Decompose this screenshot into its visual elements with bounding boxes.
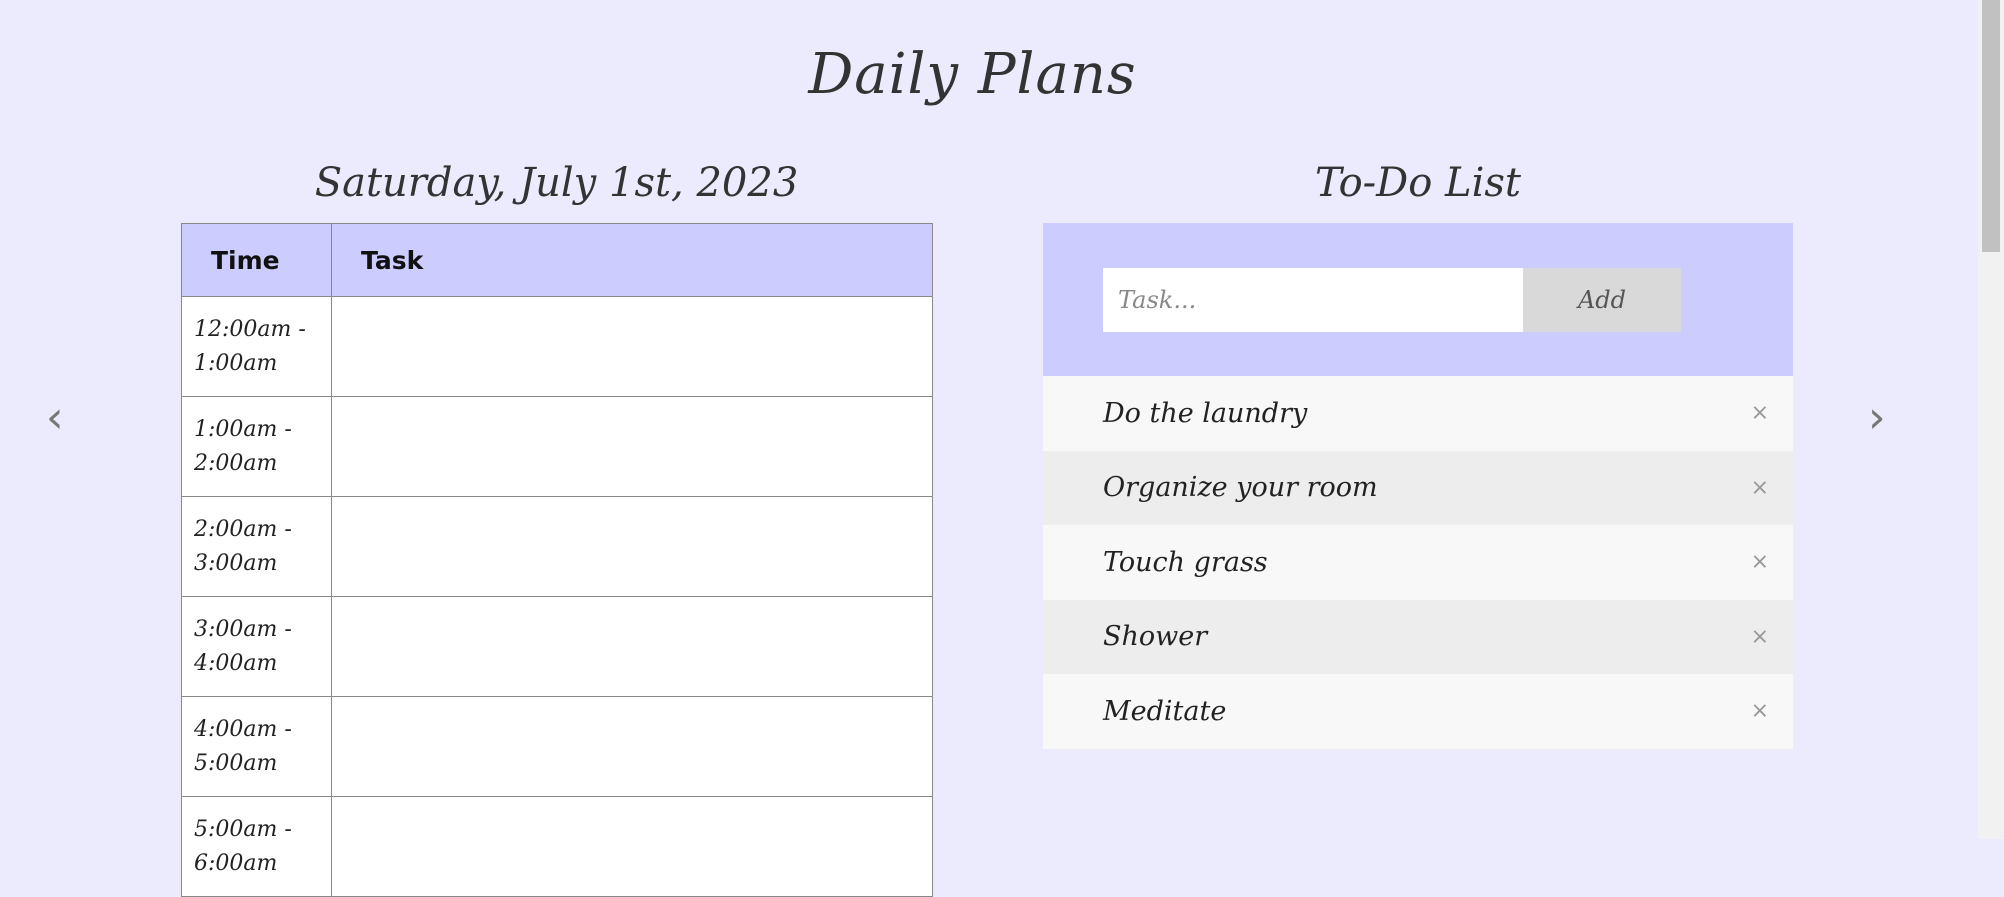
next-day-arrow-icon[interactable]: › (1868, 392, 1886, 443)
schedule-row: 2:00am - 3:00am (181, 496, 933, 597)
todo-item-label: Meditate (1103, 695, 1227, 727)
close-icon[interactable]: × (1751, 401, 1769, 426)
todo-item[interactable]: Shower × (1043, 599, 1793, 674)
todo-item[interactable]: Do the laundry × (1043, 376, 1793, 451)
time-cell: 3:00am - 4:00am (181, 596, 332, 697)
task-input[interactable] (1103, 268, 1523, 332)
time-cell: 1:00am - 2:00am (181, 396, 332, 497)
schedule-row: 4:00am - 5:00am (181, 696, 933, 797)
close-icon[interactable]: × (1751, 475, 1769, 500)
page-title: Daily Plans (808, 42, 1137, 107)
schedule-row: 5:00am - 6:00am (181, 796, 933, 897)
time-cell: 5:00am - 6:00am (181, 796, 332, 897)
time-cell: 4:00am - 5:00am (181, 696, 332, 797)
todo-item-label: Touch grass (1103, 546, 1268, 578)
task-cell[interactable] (331, 796, 933, 897)
schedule-header-row: Time Task (181, 223, 933, 297)
todo-item-label: Do the laundry (1103, 397, 1308, 429)
schedule-row: 12:00am - 1:00am (181, 296, 933, 397)
close-icon[interactable]: × (1751, 624, 1769, 649)
task-cell[interactable] (331, 696, 933, 797)
schedule-table: Time Task 12:00am - 1:00am 1:00am - 2:00… (181, 223, 933, 897)
page-scrollbar[interactable] (1978, 0, 2004, 839)
add-task-button[interactable]: Add (1523, 268, 1681, 332)
scrollbar-thumb[interactable] (1982, 0, 2000, 252)
schedule-row: 1:00am - 2:00am (181, 396, 933, 497)
task-cell[interactable] (331, 596, 933, 697)
todo-item-label: Organize your room (1103, 472, 1378, 504)
todo-item[interactable]: Organize your room × (1043, 450, 1793, 525)
todo-list: Do the laundry × Organize your room × To… (1043, 376, 1793, 749)
schedule-date: Saturday, July 1st, 2023 (314, 160, 799, 206)
task-cell[interactable] (331, 396, 933, 497)
task-cell[interactable] (331, 496, 933, 597)
schedule-row: 3:00am - 4:00am (181, 596, 933, 697)
close-icon[interactable]: × (1751, 699, 1769, 724)
todo-item[interactable]: Touch grass × (1043, 525, 1793, 600)
task-column-header: Task (331, 223, 933, 297)
todo-item[interactable]: Meditate × (1043, 674, 1793, 749)
previous-day-arrow-icon[interactable]: ‹ (46, 392, 64, 443)
time-cell: 2:00am - 3:00am (181, 496, 332, 597)
time-cell: 12:00am - 1:00am (181, 296, 332, 397)
close-icon[interactable]: × (1751, 550, 1769, 575)
task-cell[interactable] (331, 296, 933, 397)
todo-item-label: Shower (1103, 621, 1208, 653)
time-column-header: Time (181, 223, 332, 297)
todo-input-panel: Add (1043, 223, 1793, 376)
todo-title: To-Do List (1315, 160, 1521, 206)
